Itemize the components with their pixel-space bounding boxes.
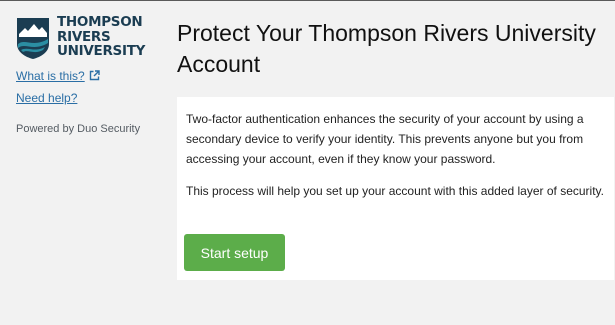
intro-paragraph: Two-factor authentication enhances the s… [186, 112, 584, 166]
duo-enrollment-page: THOMPSON RIVERS UNIVERSITY What is this?… [0, 0, 615, 325]
logo-line-university: UNIVERSITY [57, 43, 146, 59]
external-link-icon [89, 70, 100, 81]
what-is-this-link[interactable]: What is this? [16, 69, 100, 83]
need-help-link[interactable]: Need help? [16, 91, 77, 105]
logo-line-rivers: RIVERS [57, 28, 111, 45]
tru-logo-wordmark: THOMPSON RIVERS UNIVERSITY [57, 15, 152, 59]
intro-card: Two-factor authentication enhances the s… [177, 97, 614, 280]
what-is-this-label: What is this? [16, 69, 85, 83]
setup-paragraph: This process will help you set up your a… [186, 184, 604, 198]
page-title: Protect Your Thompson Rivers University … [177, 20, 596, 77]
powered-by-duo: Powered by Duo Security [16, 123, 141, 135]
start-setup-button[interactable]: Start setup [184, 234, 285, 271]
tru-logo-mark-icon [17, 18, 49, 59]
sidebar: THOMPSON RIVERS UNIVERSITY What is this?… [0, 1, 160, 325]
logo-line-thompson: THOMPSON [57, 14, 143, 30]
tru-logo: THOMPSON RIVERS UNIVERSITY [16, 15, 146, 63]
